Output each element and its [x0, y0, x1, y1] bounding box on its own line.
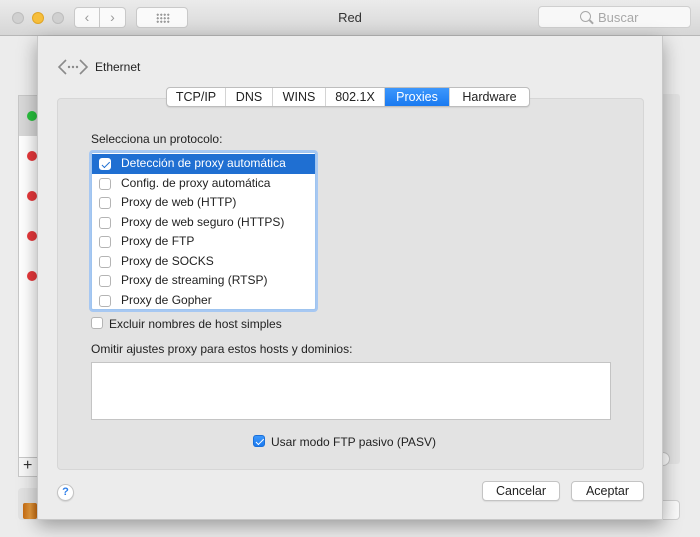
checkbox[interactable] — [99, 255, 111, 268]
protocol-list[interactable]: Detección de proxy automática Config. de… — [91, 152, 316, 310]
tab-bar: TCP/IP DNS WINS 802.1X Proxies Hardware — [166, 87, 530, 107]
status-indicator — [27, 151, 37, 161]
protocol-label-text: Config. de proxy automática — [121, 175, 271, 190]
protocol-item-auto-config[interactable]: Config. de proxy automática — [92, 174, 315, 194]
help-button[interactable]: ? — [57, 484, 74, 501]
cancel-button[interactable]: Cancelar — [482, 481, 560, 501]
search-field[interactable]: Buscar — [538, 6, 691, 28]
ok-button[interactable]: Aceptar — [571, 481, 644, 501]
status-indicator — [27, 191, 37, 201]
tab-hardware[interactable]: Hardware — [450, 88, 529, 106]
protocol-item-rtsp[interactable]: Proxy de streaming (RTSP) — [92, 271, 315, 291]
ethernet-icon — [57, 59, 89, 75]
protocol-item-ftp[interactable]: Proxy de FTP — [92, 232, 315, 252]
bypass-hosts-label: Omitir ajustes proxy para estos hosts y … — [91, 342, 353, 356]
tab-8021x[interactable]: 802.1X — [326, 88, 385, 106]
protocol-item-gopher[interactable]: Proxy de Gopher — [92, 291, 315, 311]
protocol-label-text: Proxy de FTP — [121, 234, 195, 248]
protocol-item-socks[interactable]: Proxy de SOCKS — [92, 252, 315, 272]
protocol-item-http[interactable]: Proxy de web (HTTP) — [92, 193, 315, 213]
protocol-label-text: Proxy de SOCKS — [121, 253, 214, 268]
background-panel-edge — [662, 94, 680, 464]
bypass-hosts-field[interactable] — [91, 362, 611, 420]
exclude-simple-hosts-checkbox[interactable] — [91, 317, 103, 329]
tab-proxies[interactable]: Proxies — [385, 88, 450, 106]
checkbox[interactable] — [99, 236, 111, 248]
checkbox[interactable] — [99, 197, 111, 209]
protocol-label-text: Proxy de Gopher — [121, 292, 212, 307]
exclude-simple-hosts-label: Excluir nombres de host simples — [109, 317, 282, 331]
status-indicator — [27, 271, 37, 281]
add-service-button[interactable]: + — [18, 457, 38, 477]
checkbox[interactable] — [99, 158, 111, 170]
checkbox[interactable] — [99, 275, 111, 287]
search-placeholder: Buscar — [598, 10, 639, 25]
checkbox[interactable] — [99, 216, 111, 229]
protocol-label: Selecciona un protocolo: — [91, 132, 223, 146]
checkbox[interactable] — [99, 294, 111, 307]
passive-ftp-label: Usar modo FTP pasivo (PASV) — [271, 435, 436, 449]
checkbox[interactable] — [99, 177, 111, 190]
tab-dns[interactable]: DNS — [226, 88, 273, 106]
title-bar: ‹ › Red Buscar — [0, 0, 700, 36]
protocol-item-https[interactable]: Proxy de web seguro (HTTPS) — [92, 213, 315, 233]
status-indicator — [27, 231, 37, 241]
protocol-item-auto-detect[interactable]: Detección de proxy automática — [92, 154, 315, 174]
protocol-label-text: Proxy de streaming (RTSP) — [121, 273, 268, 287]
tab-tcpip[interactable]: TCP/IP — [167, 88, 226, 106]
proxy-settings-sheet: Ethernet TCP/IP DNS WINS 802.1X Proxies … — [37, 36, 663, 520]
lock-icon[interactable] — [23, 503, 37, 519]
protocol-label-text: Proxy de web (HTTP) — [121, 195, 237, 209]
protocol-label-text: Detección de proxy automática — [121, 156, 286, 170]
protocol-label-text: Proxy de web seguro (HTTPS) — [121, 214, 285, 229]
passive-ftp-checkbox[interactable] — [253, 435, 265, 447]
status-indicator — [27, 111, 37, 121]
search-icon — [580, 11, 591, 22]
service-list[interactable] — [18, 95, 39, 465]
interface-name: Ethernet — [95, 60, 141, 74]
tab-wins[interactable]: WINS — [273, 88, 326, 106]
background-apply-button — [662, 500, 680, 520]
